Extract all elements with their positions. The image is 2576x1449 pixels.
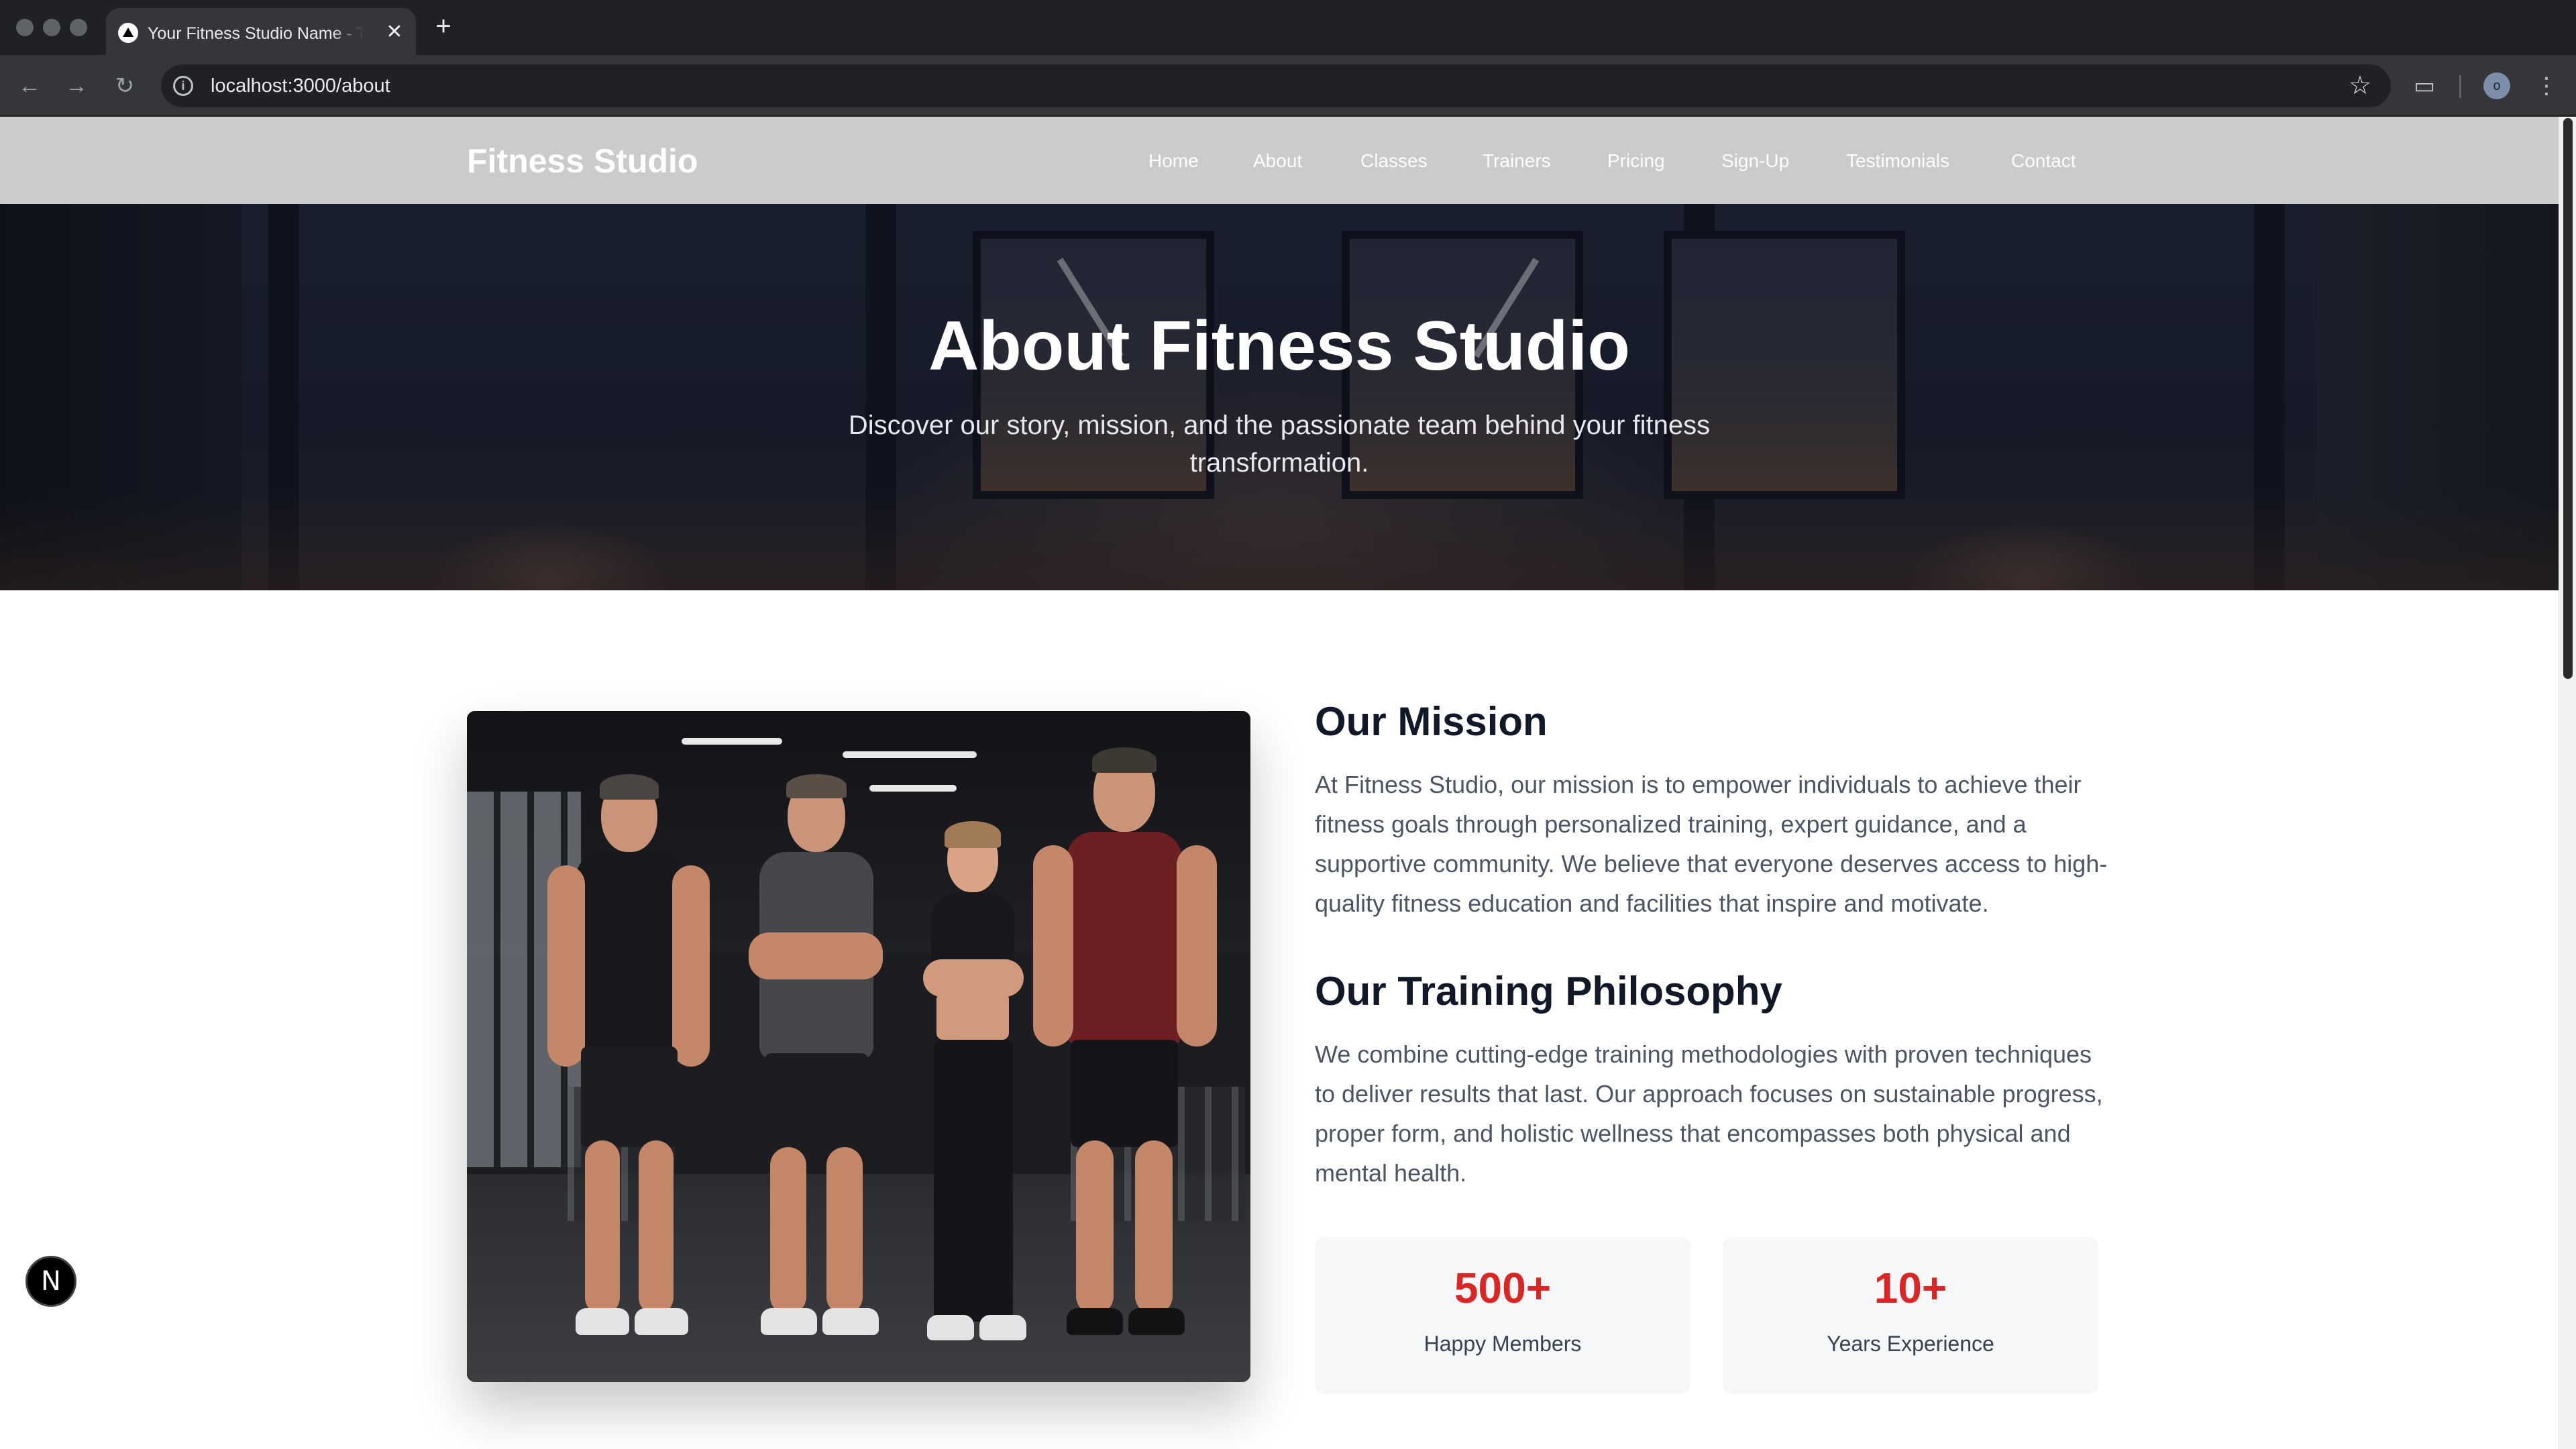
nextjs-dev-indicator-icon[interactable]: N [25,1256,76,1307]
maximize-window-button[interactable] [70,19,87,36]
site-navbar: Fitness Studio Home About Classes Traine… [0,117,2559,204]
favicon-icon [118,23,138,43]
cast-icon[interactable]: ▭ [2407,68,2442,103]
site-info-icon[interactable]: i [173,76,193,96]
philosophy-text: We combine cutting-edge training methodo… [1315,1040,2103,1187]
nav-link-classes[interactable]: Classes [1360,149,1428,173]
profile-avatar-icon[interactable]: o [2483,72,2510,99]
url-text[interactable]: localhost:3000/about [211,74,390,98]
page-viewport: Fitness Studio Home About Classes Traine… [0,117,2576,1449]
browser-menu-icon[interactable]: ⋮ [2529,68,2564,103]
brand-logo[interactable]: Fitness Studio [467,141,698,181]
nav-link-pricing[interactable]: Pricing [1607,149,1665,173]
stat-value: 500+ [1454,1264,1552,1312]
toolbar-divider [2459,75,2461,98]
reload-icon[interactable]: ↻ [107,68,142,103]
stat-label: Years Experience [1827,1332,1994,1356]
forward-arrow-icon[interactable]: → [59,68,94,103]
nav-link-testimonials[interactable]: Testimonials [1846,149,1949,173]
nav-link-trainers[interactable]: Trainers [1483,149,1551,173]
tab-strip: Your Fitness Studio Name - Transform You… [0,0,2576,55]
browser-toolbar: ← → ↻ i localhost:3000/about ☆ ▭ o ⋮ [0,55,2576,117]
nav-link-contact[interactable]: Contact [2011,149,2076,173]
back-arrow-icon[interactable]: ← [12,68,47,103]
hero-section: About Fitness Studio Discover our story,… [0,204,2559,590]
tab-title: Your Fitness Studio Name - Transform You… [148,24,364,43]
stat-card-experience: 10+ Years Experience [1723,1237,2098,1394]
new-tab-button[interactable]: + [428,11,459,42]
minimize-window-button[interactable] [43,19,60,36]
nav-link-sign-up[interactable]: Sign-Up [1721,149,1789,173]
close-tab-icon[interactable]: ✕ [382,20,407,44]
page-title: About Fitness Studio [928,307,1630,385]
stat-card-members: 500+ Happy Members [1315,1237,1690,1394]
stat-value: 10+ [1874,1264,1947,1312]
address-bar[interactable]: i localhost:3000/about ☆ [161,64,2391,107]
hero-subtitle: Discover our story, mission, and the pas… [848,411,1711,478]
mission-text: At Fitness Studio, our mission is to emp… [1315,771,2108,917]
hero-background-image [0,204,2559,590]
philosophy-heading: Our Training Philosophy [1315,969,1782,1014]
close-window-button[interactable] [16,19,34,36]
browser-window: Your Fitness Studio Name - Transform You… [0,0,2576,1449]
bookmark-star-icon[interactable]: ☆ [2345,71,2375,101]
page-scrollbar[interactable] [2559,117,2576,1449]
nav-link-about[interactable]: About [1253,149,1302,173]
team-photo [467,711,1250,1382]
browser-tab-active[interactable]: Your Fitness Studio Name - Transform You… [106,8,416,55]
mission-heading: Our Mission [1315,699,1548,744]
scrollbar-thumb[interactable] [2563,118,2573,679]
stat-label: Happy Members [1424,1332,1582,1356]
nav-link-home[interactable]: Home [1148,149,1199,173]
